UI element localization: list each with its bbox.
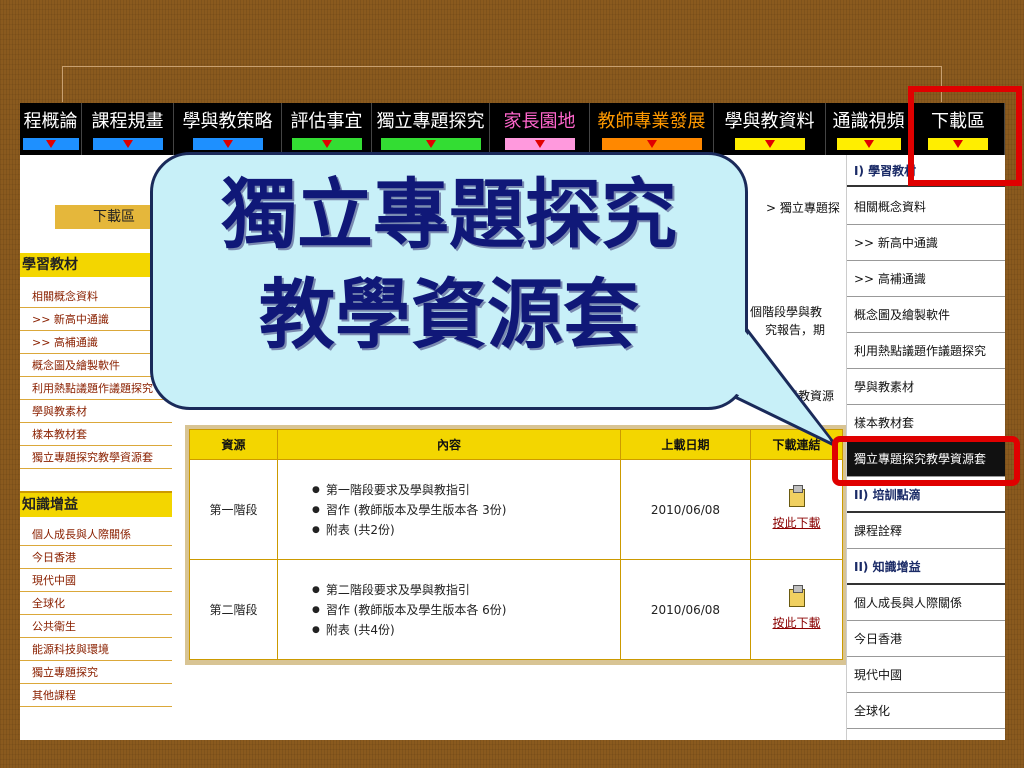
sidebar-item[interactable]: 學與教素材 — [20, 400, 172, 423]
right-menu-item[interactable]: 現代中國 — [847, 657, 1005, 693]
nav-color-bar — [836, 138, 901, 150]
right-menu-item[interactable]: 今日香港 — [847, 621, 1005, 657]
nav-item-curriculum[interactable]: 課程規畫 — [82, 103, 174, 155]
callout-line-2: 教學資源套 — [259, 270, 639, 359]
content-item: 第一階段要求及學與教指引 — [312, 480, 620, 500]
nav-item-label: 學與教資料 — [724, 111, 815, 132]
sidebar-item[interactable]: 今日香港 — [20, 546, 172, 569]
sidebar-item[interactable]: 全球化 — [20, 592, 172, 615]
right-menu-item[interactable]: 概念圖及繪製軟件 — [847, 297, 1005, 333]
nav-item-teacher-development[interactable]: 教師專業發展 — [590, 103, 714, 155]
right-menu-item[interactable]: 學與教素材 — [847, 369, 1005, 405]
content-item: 附表 (共4份) — [312, 620, 620, 640]
sidebar-item[interactable]: 能源科技與環境 — [20, 638, 172, 661]
down-arrow-icon — [534, 140, 545, 148]
sidebar-item[interactable]: 其他課程 — [20, 684, 172, 707]
nav-item-label: 課程規畫 — [91, 111, 164, 132]
sidebar-item[interactable]: 現代中國 — [20, 569, 172, 592]
down-arrow-icon — [222, 140, 233, 148]
sidebar-section-knowledge: 知識增益 — [20, 491, 172, 517]
col-header-link: 下載連結 — [750, 429, 843, 460]
content-item: 習作 (教師版本及學生版本各 3份) — [312, 500, 620, 520]
intro-text-fragment: 究報告，期 — [765, 323, 826, 337]
highlight-ies-resource-item — [832, 436, 1020, 486]
sidebar-item[interactable]: 公共衛生 — [20, 615, 172, 638]
nav-item-overview[interactable]: 程概論 — [20, 103, 82, 155]
down-arrow-icon — [122, 140, 133, 148]
date-cell: 2010/06/08 — [620, 459, 751, 560]
nav-item-label: 家長園地 — [503, 111, 576, 132]
table-row: 第一階段 第一階段要求及學與教指引 習作 (教師版本及學生版本各 3份) 附表 … — [189, 459, 843, 560]
right-menu-item[interactable]: >> 高補通識 — [847, 261, 1005, 297]
nav-item-label: 獨立專題探究 — [376, 111, 485, 132]
nav-color-bar — [22, 138, 79, 150]
content-item: 附表 (共2份) — [312, 520, 620, 540]
intro-text-fragment: 段的學與教資源 — [750, 389, 835, 403]
col-header-resource: 資源 — [189, 429, 278, 460]
stage-cell: 第一階段 — [189, 459, 278, 560]
slide-frame-line — [62, 66, 942, 102]
highlight-download-tab — [908, 86, 1022, 186]
top-navigation: 程概論 課程規畫 學與教策略 評估事宜 獨立專題探究 家長園地 教師專業發展 學… — [20, 103, 1005, 155]
down-arrow-icon — [425, 140, 436, 148]
zip-file-icon[interactable] — [788, 484, 805, 507]
nav-color-bar — [504, 138, 575, 150]
nav-item-strategies[interactable]: 學與教策略 — [174, 103, 282, 155]
sidebar-item[interactable]: 獨立專題探究教學資源套 — [20, 446, 172, 469]
callout-text: 獨立專題探究 教學資源套 — [150, 165, 748, 365]
down-arrow-icon — [863, 140, 874, 148]
sidebar-item[interactable]: 利用熱點議題作議題探究 — [20, 377, 172, 400]
nav-color-bar — [380, 138, 481, 150]
nav-color-bar — [192, 138, 263, 150]
breadcrumb: > 獨立專題探 — [766, 201, 840, 215]
right-menu-item[interactable]: 全球化 — [847, 693, 1005, 729]
download-table-frame: 資源 內容 上載日期 下載連結 第一階段 第一階段要求及學與教指引 習作 (教師… — [185, 425, 847, 665]
download-link[interactable]: 按此下載 — [751, 514, 842, 531]
sidebar-item[interactable]: 個人成長與人際關係 — [20, 523, 172, 546]
table-row: 第二階段 第二階段要求及學與教指引 習作 (教師版本及學生版本各 6份) 附表 … — [189, 559, 843, 660]
nav-item-ies[interactable]: 獨立專題探究 — [372, 103, 490, 155]
down-arrow-icon — [646, 140, 657, 148]
nav-item-assessment[interactable]: 評估事宜 — [282, 103, 372, 155]
date-cell: 2010/06/08 — [620, 559, 751, 660]
nav-item-videos[interactable]: 通識視頻 — [826, 103, 912, 155]
nav-item-label: 學與教策略 — [182, 111, 273, 132]
download-table: 資源 內容 上載日期 下載連結 第一階段 第一階段要求及學與教指引 習作 (教師… — [189, 429, 843, 660]
right-menu-item[interactable]: 課程詮釋 — [847, 513, 1005, 549]
right-menu-item[interactable]: 相關概念資料 — [847, 189, 1005, 225]
nav-color-bar — [291, 138, 362, 150]
nav-item-resources[interactable]: 學與教資料 — [714, 103, 826, 155]
down-arrow-icon — [321, 140, 332, 148]
nav-item-label: 評估事宜 — [290, 111, 363, 132]
col-header-date: 上載日期 — [620, 429, 751, 460]
nav-item-label: 教師專業發展 — [597, 111, 706, 132]
download-cell: 按此下載 — [750, 559, 843, 660]
content-cell: 第一階段要求及學與教指引 習作 (教師版本及學生版本各 3份) 附表 (共2份) — [277, 459, 621, 560]
down-arrow-icon — [45, 140, 56, 148]
nav-item-parents[interactable]: 家長園地 — [490, 103, 590, 155]
nav-color-bar — [92, 138, 163, 150]
intro-text-fragment: 個階段學與教 — [750, 305, 823, 319]
sidebar-item[interactable]: 樣本教材套 — [20, 423, 172, 446]
download-link[interactable]: 按此下載 — [751, 614, 842, 631]
content-cell: 第二階段要求及學與教指引 習作 (教師版本及學生版本各 6份) 附表 (共4份) — [277, 559, 621, 660]
sidebar-item[interactable]: 獨立專題探究 — [20, 661, 172, 684]
col-header-content: 內容 — [277, 429, 621, 460]
stage-cell: 第二階段 — [189, 559, 278, 660]
nav-item-label: 通識視頻 — [832, 111, 905, 132]
right-menu-section: II) 知識增益 — [847, 549, 1005, 585]
right-menu-item[interactable]: 個人成長與人際關係 — [847, 585, 1005, 621]
callout-line-1: 獨立專題探究 — [221, 170, 677, 259]
content-item: 習作 (教師版本及學生版本各 6份) — [312, 600, 620, 620]
download-cell: 按此下載 — [750, 459, 843, 560]
nav-color-bar — [734, 138, 805, 150]
content-item: 第二階段要求及學與教指引 — [312, 580, 620, 600]
zip-file-icon[interactable] — [788, 584, 805, 607]
nav-item-label: 程概論 — [23, 111, 78, 132]
right-menu-item[interactable]: >> 新高中通識 — [847, 225, 1005, 261]
down-arrow-icon — [764, 140, 775, 148]
right-menu-item[interactable]: 利用熱點議題作議題探究 — [847, 333, 1005, 369]
nav-color-bar — [601, 138, 702, 150]
